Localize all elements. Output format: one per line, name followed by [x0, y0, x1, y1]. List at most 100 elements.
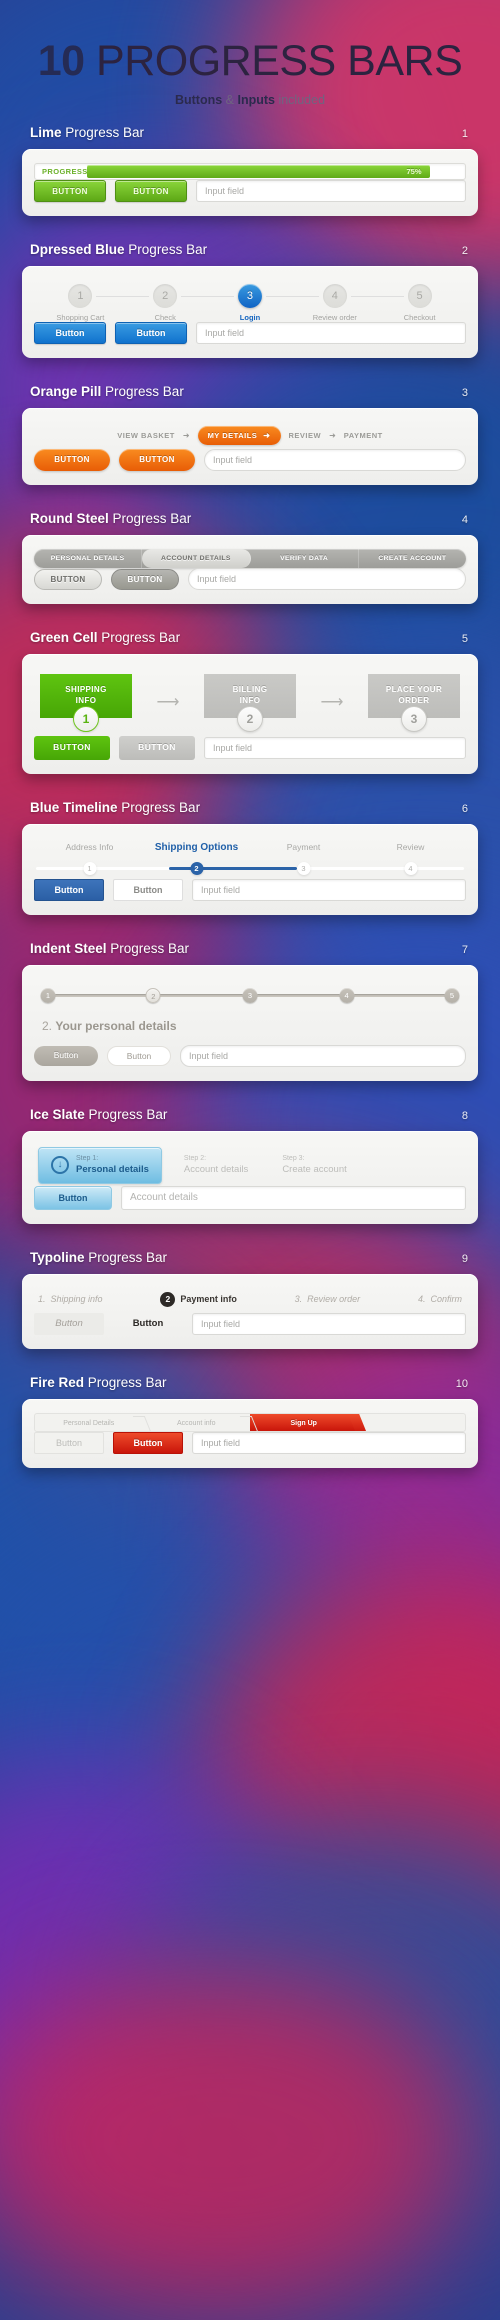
green-button-1[interactable]: BUTTON	[34, 736, 110, 760]
progress-fill: 75%	[87, 165, 430, 178]
hero-header: 10 PROGRESS BARS Buttons & Inputs includ…	[0, 0, 500, 125]
indent-headline: 2. Your personal details	[34, 1005, 466, 1045]
ice-button-1[interactable]: Button	[34, 1185, 112, 1210]
timeline-label-payment[interactable]: Payment	[250, 842, 357, 853]
section-number: 4	[461, 514, 468, 526]
lime-button-2[interactable]: BUTTON	[115, 180, 187, 202]
indent-dot-1[interactable]: 1	[40, 988, 56, 1003]
orange-button-2[interactable]: BUTTON	[119, 449, 195, 471]
blue-button-2[interactable]: Button	[115, 322, 187, 344]
fire-input-field[interactable]: Input field	[192, 1431, 466, 1454]
step-circle: 3	[237, 284, 262, 308]
section-title-rest: Progress Bar	[84, 1249, 168, 1265]
lime-button-1[interactable]: BUTTON	[34, 180, 106, 202]
step-my-details[interactable]: MY DETAILS ➜	[197, 426, 281, 445]
blue-button-1[interactable]: Button	[34, 322, 106, 344]
subtitle-amp: &	[222, 93, 238, 107]
section-typoline: Typoline Progress Bar 9 1. Shipping info…	[0, 1250, 500, 1349]
step-label: Check	[154, 313, 176, 322]
step-number: 1.	[38, 1294, 46, 1305]
curved-arrow-icon: ⟶	[320, 694, 344, 711]
timeline-input-field[interactable]: Input field	[192, 879, 466, 901]
cell-shipping-info[interactable]: SHIPPING INFO 1	[40, 674, 132, 732]
section-number: 8	[461, 1110, 468, 1122]
indent-button-2[interactable]: Button	[107, 1046, 171, 1066]
timeline-dot-1[interactable]: 1	[83, 862, 96, 875]
step-account-info[interactable]: Account info	[143, 1414, 251, 1431]
cell-billing-info[interactable]: BILLING INFO 2	[204, 674, 296, 732]
timeline-dot-2[interactable]: 2	[190, 862, 203, 875]
indent-dot-2[interactable]: 2	[145, 988, 161, 1003]
section-header: Orange Pill Progress Bar 3	[22, 384, 478, 408]
ice-input-field[interactable]: Account details	[121, 1185, 466, 1210]
cell-line-1: PLACE YOUR	[385, 685, 443, 695]
tab-create-account[interactable]: Step 3: Create account	[270, 1148, 358, 1183]
step-create-account[interactable]: CREATE ACCOUNT	[359, 549, 466, 568]
section-number: 5	[461, 633, 468, 645]
step-review[interactable]: REVIEW	[289, 431, 322, 440]
steel-button-1[interactable]: BUTTON	[34, 568, 102, 590]
section-number: 10	[455, 1377, 468, 1390]
lime-progress-bar: PROGRESS 75%	[34, 163, 466, 180]
step-label: Confirm	[430, 1294, 462, 1305]
green-input-field[interactable]: Input field	[204, 737, 466, 759]
typoline-button-2[interactable]: Button	[113, 1313, 183, 1335]
timeline-label-address-info[interactable]: Address Info	[36, 842, 143, 853]
step-shipping-info[interactable]: 1. Shipping info	[38, 1294, 103, 1304]
indent-dot-4[interactable]: 4	[339, 988, 355, 1003]
section-title-bold: Lime	[30, 125, 62, 140]
steel-button-2[interactable]: BUTTON	[111, 568, 179, 590]
section-header: Blue Timeline Progress Bar 6	[22, 800, 478, 824]
tab-account-details[interactable]: Step 2: Account details	[172, 1148, 260, 1183]
fire-button-1[interactable]: Button	[34, 1431, 104, 1454]
step-review-order[interactable]: 3. Review order	[295, 1294, 361, 1304]
section-title-bold: Indent Steel	[30, 941, 107, 956]
timeline-label-review[interactable]: Review	[357, 842, 464, 853]
ice-controls-row: Button Account details	[34, 1185, 466, 1210]
step-payment-info[interactable]: 2 Payment info	[160, 1291, 237, 1307]
cell-place-your-order[interactable]: PLACE YOUR ORDER 3	[368, 674, 460, 732]
orange-button-1[interactable]: BUTTON	[34, 449, 110, 471]
step-checkout[interactable]: 5 Checkout	[350, 284, 462, 322]
step-personal-details[interactable]: PERSONAL DETAILS	[34, 549, 143, 568]
section-number: 9	[461, 1252, 468, 1265]
steel-input-field[interactable]: Input field	[188, 568, 466, 590]
section-title-bold: Round Steel	[30, 511, 109, 526]
step-personal-details[interactable]: Personal Details	[35, 1414, 143, 1431]
indent-dot-3[interactable]: 3	[242, 988, 258, 1003]
timeline-button-2[interactable]: Button	[113, 879, 183, 901]
step-confirm[interactable]: 4. Confirm	[418, 1294, 462, 1304]
dpressed-controls-row: Button Button Input field	[34, 322, 466, 344]
step-payment[interactable]: PAYMENT	[344, 431, 383, 440]
orange-controls-row: BUTTON BUTTON Input field	[34, 449, 466, 471]
step-account-details[interactable]: ACCOUNT DETAILS	[142, 549, 251, 568]
step-check[interactable]: 2 Check	[96, 284, 208, 322]
section-title-rest: Progress Bar	[117, 800, 201, 815]
step-verify-data[interactable]: VERIFY DATA	[251, 549, 359, 568]
step-shopping-cart[interactable]: 1 Shopping Cart	[38, 284, 123, 322]
page-title: 10 PROGRESS BARS	[0, 40, 500, 83]
page-wrapper: 10 PROGRESS BARS Buttons & Inputs includ…	[0, 0, 500, 1468]
timeline-dot-3[interactable]: 3	[297, 862, 310, 875]
orange-input-field[interactable]: Input field	[204, 449, 466, 471]
typoline-input-field[interactable]: Input field	[192, 1312, 466, 1335]
indent-input-field[interactable]: Input field	[180, 1045, 466, 1067]
section-title-rest: Progress Bar	[84, 1107, 168, 1122]
timeline-button-1[interactable]: Button	[34, 879, 104, 901]
step-login[interactable]: 3 Login	[181, 284, 293, 322]
indent-button-1[interactable]: Button	[34, 1046, 98, 1066]
indent-dot-5[interactable]: 5	[444, 988, 460, 1003]
typoline-button-1[interactable]: Button	[34, 1312, 104, 1335]
timeline-dot-4[interactable]: 4	[404, 862, 417, 875]
timeline-label-shipping-options[interactable]: Shipping Options	[143, 842, 250, 853]
green-button-2[interactable]: BUTTON	[119, 736, 195, 760]
step-review-order[interactable]: 4 Review order	[266, 284, 377, 322]
step-sign-up[interactable]: Sign Up	[250, 1413, 358, 1431]
blue-input-field[interactable]: Input field	[196, 322, 466, 344]
lime-input-field[interactable]: Input field	[196, 180, 466, 202]
section-title-rest: Progress Bar	[124, 242, 208, 257]
fire-button-2[interactable]: Button	[113, 1431, 183, 1454]
section-title: Ice Slate Progress Bar	[30, 1107, 167, 1122]
tab-personal-details[interactable]: ↓ Step 1: Personal details	[38, 1147, 162, 1184]
step-view-basket[interactable]: VIEW BASKET	[117, 431, 175, 440]
